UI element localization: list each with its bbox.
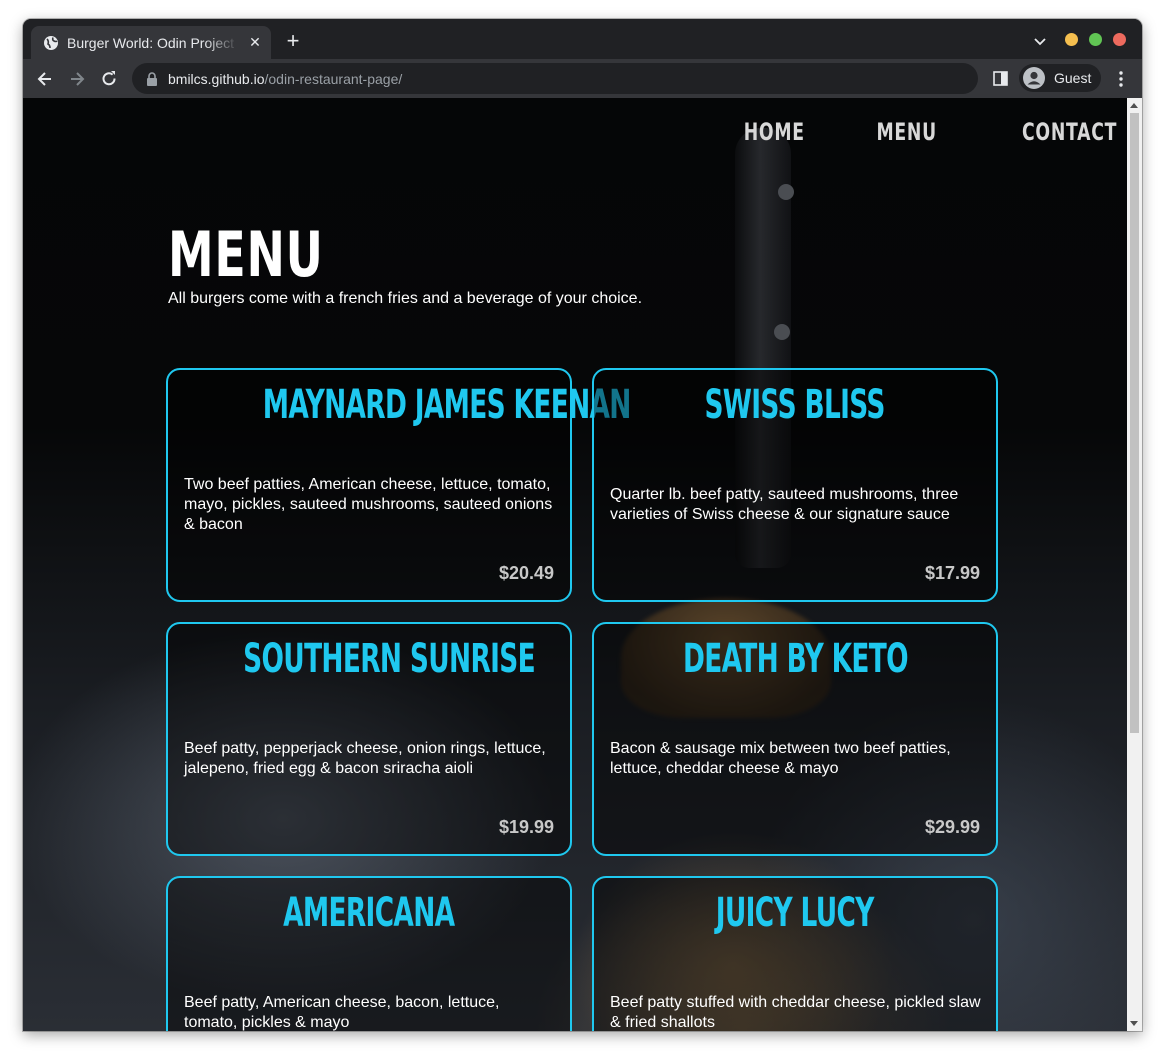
menu-item-price: $20.49 — [498, 563, 554, 583]
globe-icon — [44, 35, 58, 50]
menu-item-description: Quarter lb. beef patty, sauteed mushroom… — [610, 486, 959, 523]
chevron-down-icon[interactable] — [1031, 32, 1049, 50]
nav-menu-link[interactable]: MENU — [876, 118, 936, 146]
browser-toolbar: bmilcs.github.io/odin-restaurant-page/ G… — [23, 59, 1142, 98]
background-rivet — [774, 324, 790, 340]
scrollbar-thumb[interactable] — [1130, 113, 1139, 733]
menu-card: MAYNARD JAMES KEENAN Two beef patties, A… — [166, 368, 632, 602]
menu-card: DEATH BY KETO Bacon & sausage mix betwee… — [592, 622, 998, 856]
menu-item-description: Bacon & sausage mix between two beef pat… — [610, 740, 951, 777]
scroll-down-arrow-icon[interactable] — [1130, 1021, 1138, 1026]
more-options-icon[interactable] — [1113, 70, 1129, 88]
avatar-icon — [1023, 67, 1045, 89]
menu-card: AMERICANA Beef patty, American cheese, b… — [166, 876, 572, 1031]
page-viewport: HOME MENU CONTACT MENU All burgers come … — [23, 98, 1127, 1031]
menu-item-name: AMERICANA — [283, 890, 455, 936]
tab-close-icon[interactable]: ✕ — [247, 34, 263, 50]
scroll-up-arrow-icon[interactable] — [1130, 103, 1138, 108]
new-tab-button[interactable]: + — [283, 30, 303, 52]
menu-item-name: JUICY LUCY — [716, 890, 875, 936]
reload-icon[interactable] — [99, 69, 119, 89]
menu-item-price: $29.99 — [924, 817, 980, 837]
nav-home-link[interactable]: HOME — [744, 118, 805, 146]
tab-title: Burger World: Odin Project — [67, 34, 235, 51]
menu-item-name: MAYNARD JAMES KEENAN — [262, 382, 632, 428]
tab-strip: Burger World: Odin Project ✕ + — [23, 19, 1142, 59]
menu-item-name: DEATH BY KETO — [682, 636, 909, 682]
browser-tab[interactable]: Burger World: Odin Project ✕ — [31, 26, 271, 59]
nav-contact-link[interactable]: CONTACT — [1022, 118, 1117, 146]
site-nav: HOME MENU CONTACT — [720, 118, 1117, 146]
close-window-button[interactable] — [1113, 33, 1126, 46]
back-arrow-icon[interactable] — [35, 69, 55, 89]
profile-label: Guest — [1054, 70, 1092, 86]
maximize-button[interactable] — [1089, 33, 1102, 46]
menu-item-description: Two beef patties, American cheese, lettu… — [184, 476, 553, 533]
vertical-scrollbar[interactable] — [1127, 98, 1142, 1031]
minimize-button[interactable] — [1065, 33, 1078, 46]
url-host: bmilcs.github.io — [168, 70, 265, 87]
forward-arrow-icon[interactable] — [67, 69, 87, 89]
menu-card: SOUTHERN SUNRISE Beef patty, pepperjack … — [166, 622, 572, 856]
menu-item-price: $17.99 — [924, 563, 980, 583]
background-rivet — [778, 184, 794, 200]
page-subtitle: All burgers come with a french fries and… — [168, 290, 643, 307]
side-panel-icon[interactable] — [993, 71, 1008, 86]
menu-item-name: SOUTHERN SUNRISE — [243, 636, 536, 682]
menu-item-description: Beef patty stuffed with cheddar cheese, … — [610, 994, 981, 1031]
address-bar[interactable]: bmilcs.github.io/odin-restaurant-page/ — [132, 63, 978, 94]
menu-item-price: $19.99 — [498, 817, 554, 837]
profile-button[interactable]: Guest — [1019, 64, 1101, 92]
page-title: MENU — [168, 218, 324, 291]
browser-window: Burger World: Odin Project ✕ + bmilcs.gi… — [23, 19, 1142, 1031]
url-path: /odin-restaurant-page/ — [264, 70, 403, 87]
menu-item-description: Beef patty, American cheese, bacon, lett… — [184, 994, 500, 1031]
menu-card: JUICY LUCY Beef patty stuffed with chedd… — [592, 876, 998, 1031]
lock-icon[interactable] — [146, 71, 158, 86]
menu-item-description: Beef patty, pepperjack cheese, onion rin… — [184, 740, 546, 777]
menu-item-name: SWISS BLISS — [704, 382, 886, 428]
menu-card: SWISS BLISS Quarter lb. beef patty, saut… — [592, 368, 998, 602]
